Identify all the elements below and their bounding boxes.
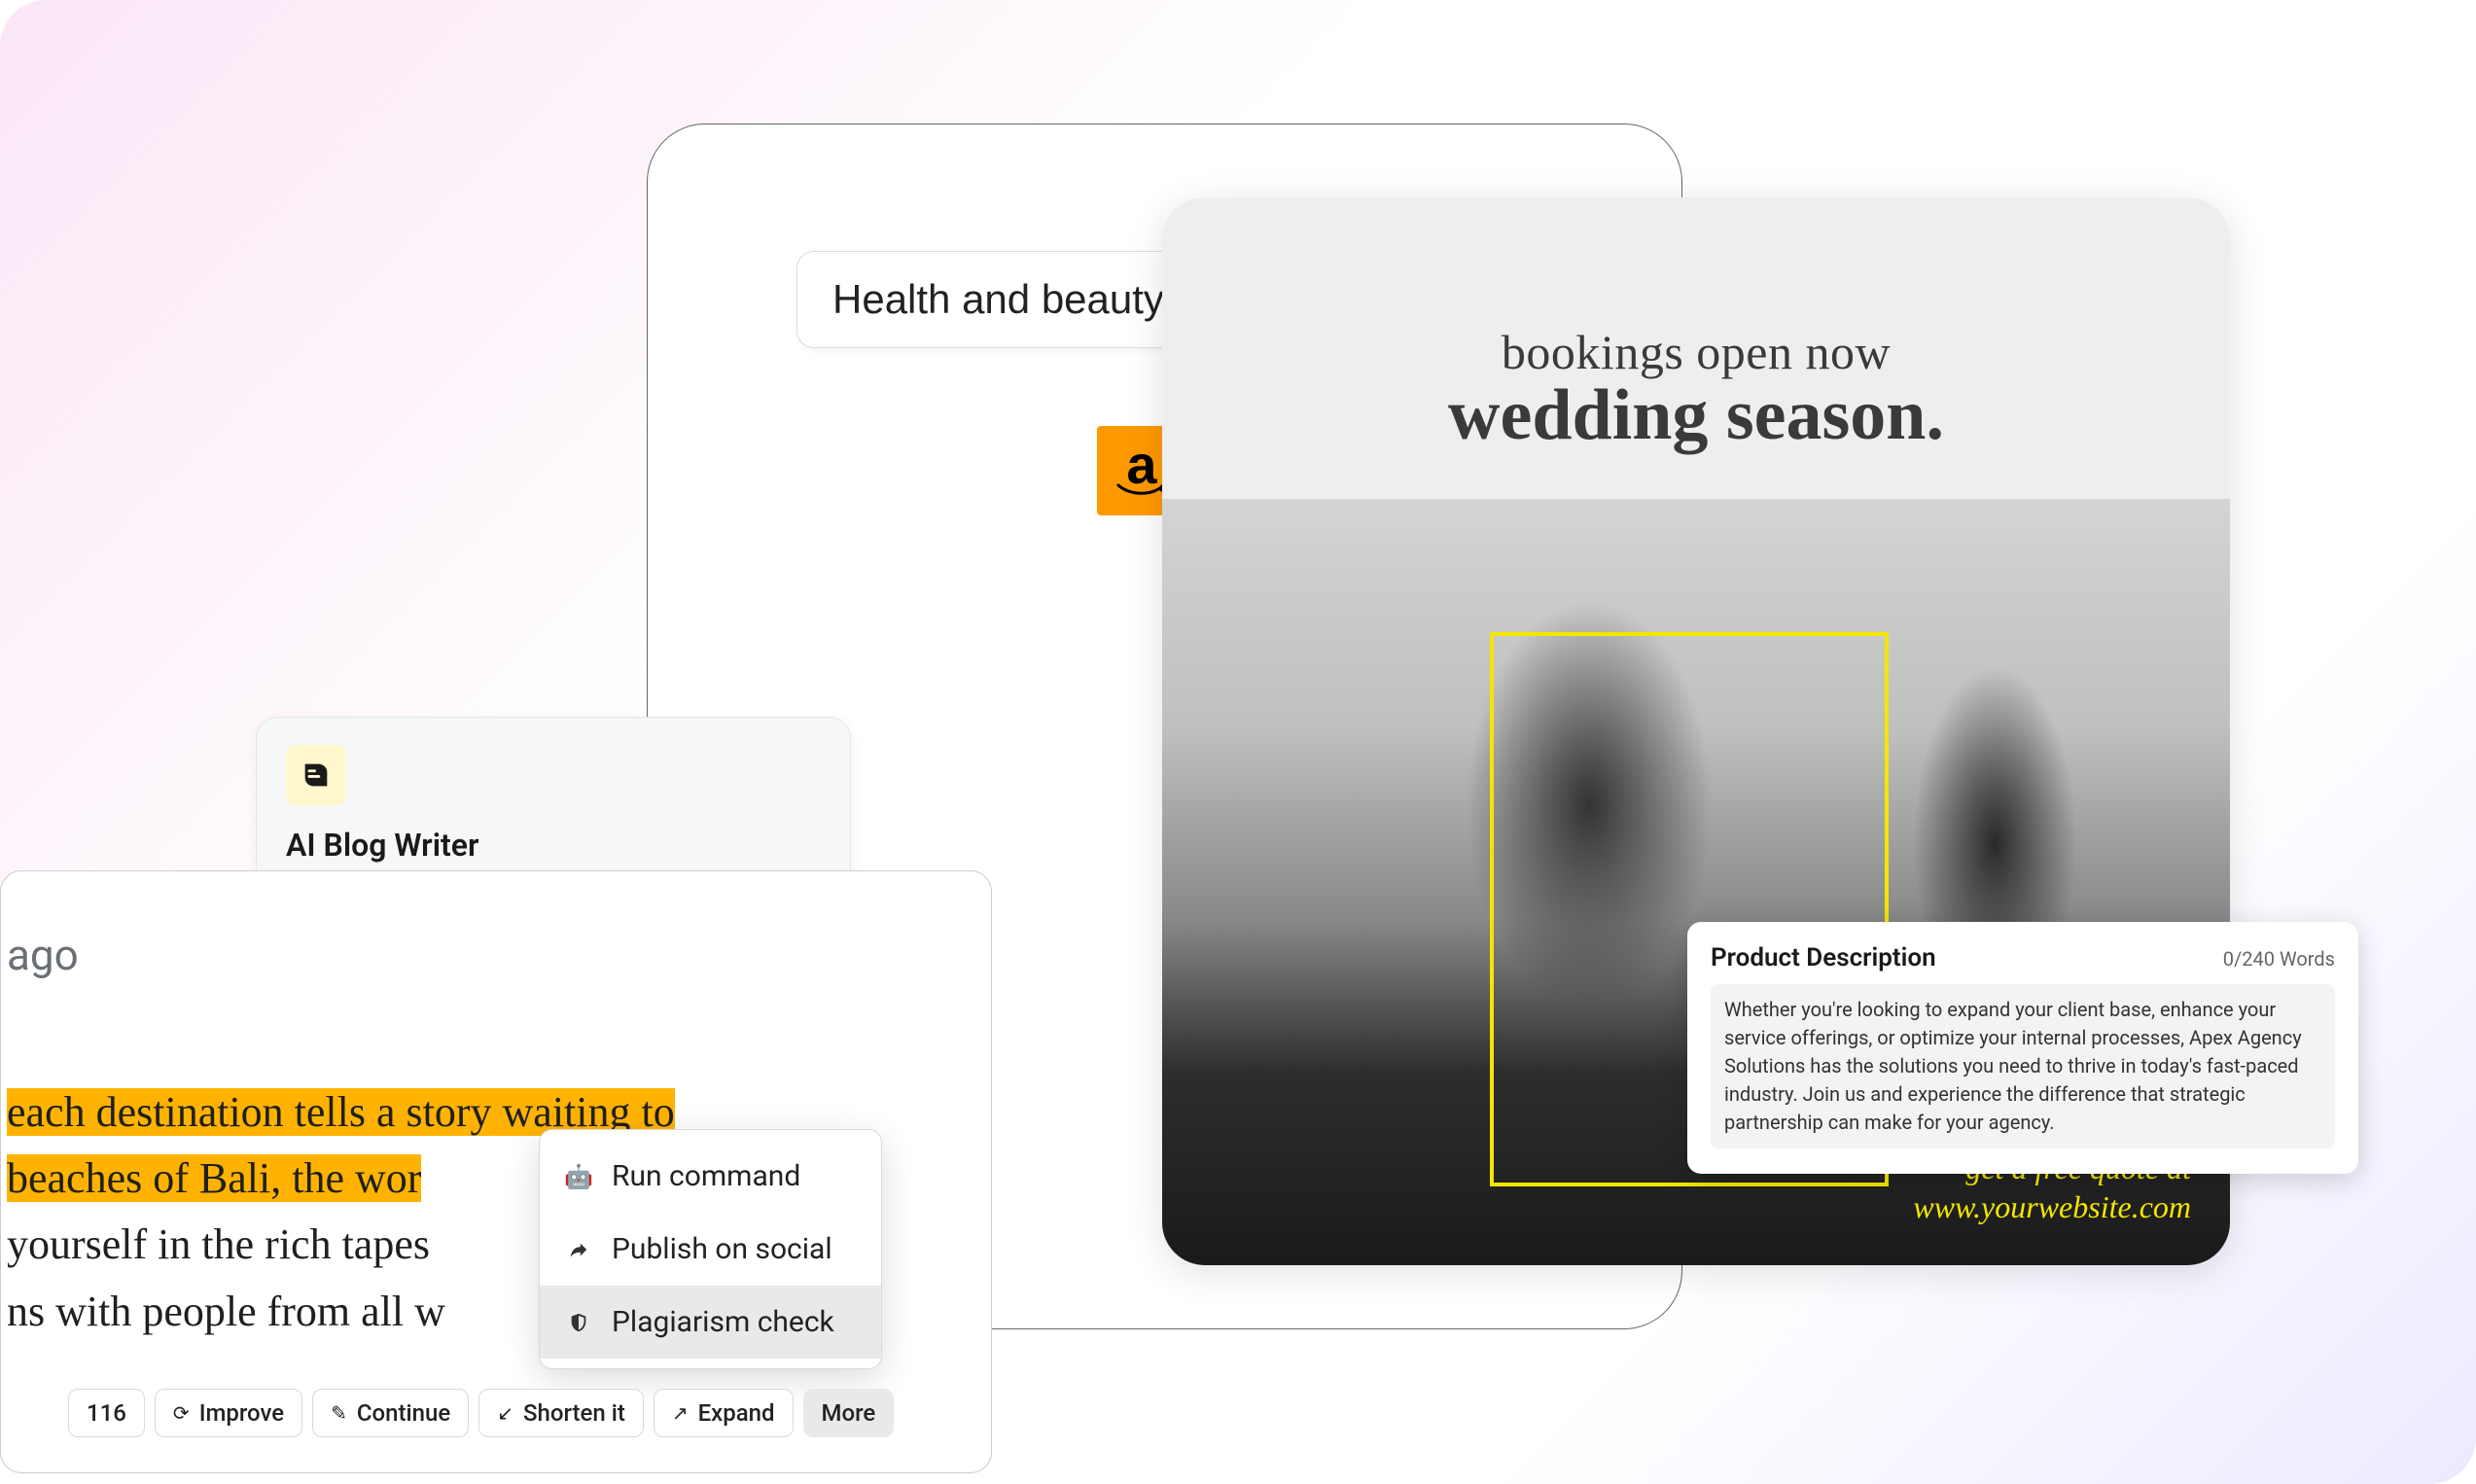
more-button[interactable]: More xyxy=(803,1389,895,1437)
improve-label: Improve xyxy=(199,1399,284,1427)
pd-body[interactable]: Whether you're looking to expand your cl… xyxy=(1711,984,2335,1148)
cta-line2: www.yourwebsite.com xyxy=(1913,1187,2191,1226)
shorten-button[interactable]: ↙ Shorten it xyxy=(478,1389,644,1437)
product-description-popover: Product Description 0/240 Words Whether … xyxy=(1687,922,2358,1174)
continue-button[interactable]: ✎ Continue xyxy=(312,1389,469,1437)
share-icon xyxy=(565,1239,592,1260)
design-header: bookings open now wedding season. xyxy=(1162,197,2230,457)
compress-icon: ↙ xyxy=(497,1401,513,1425)
editor-line2-hl: beaches of Bali, the wor xyxy=(7,1154,421,1202)
menu-label: Plagiarism check xyxy=(612,1305,834,1339)
expand-label: Expand xyxy=(698,1399,775,1427)
shield-icon xyxy=(565,1312,592,1333)
design-title: wedding season. xyxy=(1162,374,2230,457)
more-label: More xyxy=(822,1399,876,1427)
blog-icon xyxy=(286,745,346,805)
menu-publish-social[interactable]: Publish on social xyxy=(540,1213,881,1286)
menu-run-command[interactable]: 🤖 Run command xyxy=(540,1140,881,1213)
editor-line1-hl1: each destination tells a xyxy=(7,1088,407,1136)
menu-label: Publish on social xyxy=(612,1232,832,1266)
refresh-icon: ⟳ xyxy=(173,1401,190,1425)
menu-plagiarism-check[interactable]: Plagiarism check xyxy=(540,1286,881,1359)
amazon-smile-icon xyxy=(1116,482,1167,496)
amazon-letter: a xyxy=(1126,445,1156,483)
blog-card-title: AI Blog Writer xyxy=(286,827,821,864)
shorten-label: Shorten it xyxy=(523,1399,625,1427)
editor-toolbar: 116 ⟳ Improve ✎ Continue ↙ Shorten it ↗ … xyxy=(68,1389,894,1437)
editor-line3: yourself in the rich tapes xyxy=(7,1220,430,1268)
menu-label: Run command xyxy=(612,1159,800,1193)
context-menu: 🤖 Run command Publish on social Plagiari… xyxy=(539,1129,882,1369)
time-ago: ago xyxy=(1,930,991,980)
design-subtitle: bookings open now xyxy=(1162,324,2230,380)
expand-icon: ↗ xyxy=(672,1401,689,1425)
pen-icon: ✎ xyxy=(331,1401,347,1425)
pd-word-count: 0/240 Words xyxy=(2223,947,2335,971)
pd-title: Product Description xyxy=(1711,943,1936,972)
editor-line4: ns with people from all w xyxy=(7,1288,445,1335)
word-count-chip[interactable]: 116 xyxy=(68,1389,145,1437)
improve-button[interactable]: ⟳ Improve xyxy=(155,1389,302,1437)
word-count: 116 xyxy=(87,1399,126,1427)
robot-icon: 🤖 xyxy=(565,1163,592,1190)
expand-button[interactable]: ↗ Expand xyxy=(654,1389,794,1437)
continue-label: Continue xyxy=(357,1399,450,1427)
